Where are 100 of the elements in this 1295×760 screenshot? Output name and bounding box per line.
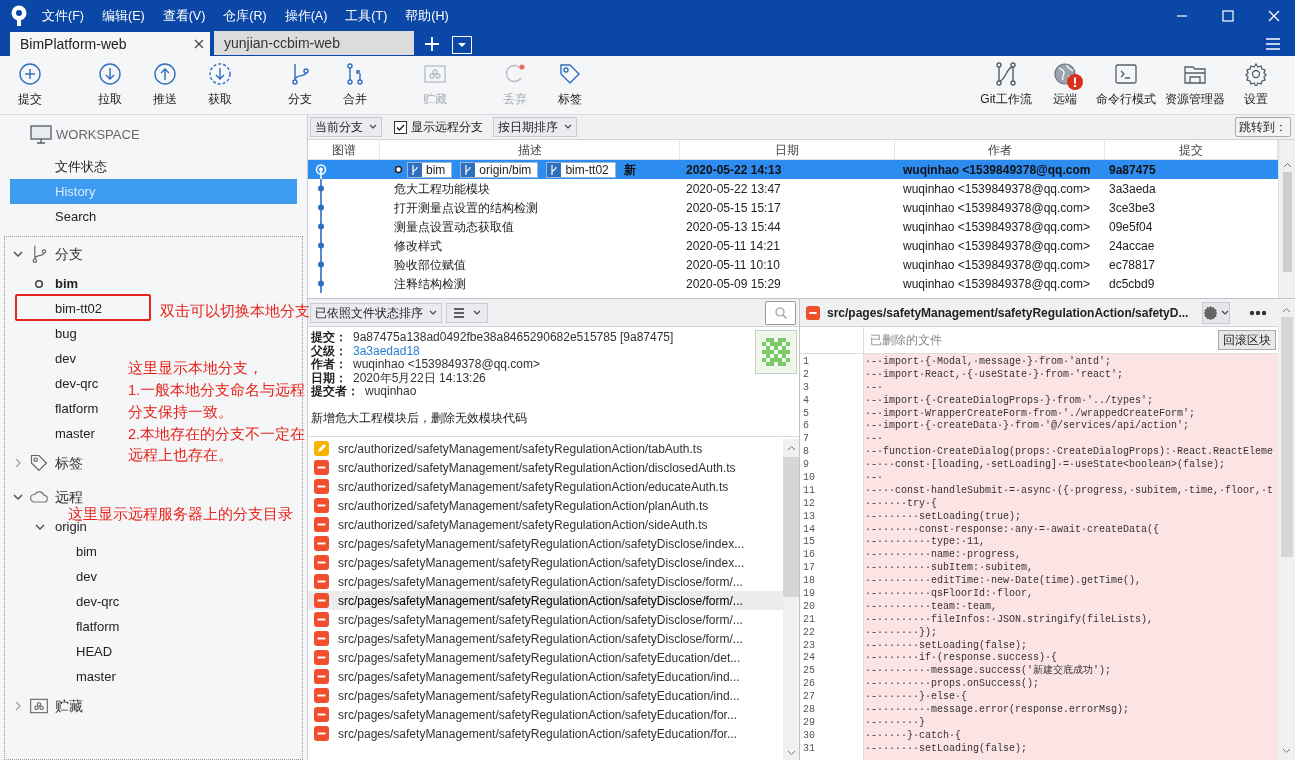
file-row[interactable]: src/pages/safetyManagement/safetyRegulationAction/safetyEducation/ind... [308,667,783,686]
toolbar-button[interactable]: 合并 [330,62,380,108]
file-row[interactable]: src/pages/safetyManagement/safetyRegulationAction/safetyDisclose/form/... [308,591,783,610]
commit-row[interactable]: 注释结构检测 2020-05-09 15:29 wuqinhao <1539849378@qq.com> dc5cbd9 [308,274,1278,293]
file-row[interactable]: src/pages/safetyManagement/safetyRegulationAction/safetyEducation/for... [308,724,783,743]
scroll-down-icon[interactable] [786,750,796,756]
settings-dropdown[interactable] [1202,301,1231,324]
branch-name[interactable]: dev [55,348,76,369]
branch-label[interactable]: origin/bim [460,161,539,178]
commit-description: 新增危大工程模块后，删除无效模块代码 [311,411,528,425]
scroll-up-icon[interactable] [786,445,796,451]
file-row[interactable]: src/pages/safetyManagement/safetyRegulationAction/safetyDisclose/form/... [308,572,783,591]
toolbar-button[interactable]: 命令行模式 [1093,62,1159,108]
remote-branch[interactable]: flatform [76,616,120,637]
file-row[interactable]: src/authorized/safetyManagement/safetyRegulationAction/sideAuth.ts [308,515,783,534]
commit-row[interactable]: bim origin/bim bim-tt02 新 2020-05-22 14:13 wuqinhao <1539849378@qq.com 9a87475 [308,160,1278,179]
branch-label[interactable]: bim-tt02 [546,161,616,178]
menu-item[interactable]: 查看(V) [162,6,206,26]
branch-icon [547,162,562,177]
revert-hunk-button[interactable]: 回滚区块 [1218,330,1276,350]
file-row[interactable]: src/pages/safetyManagement/safetyRegulationAction/safetyDisclose/index... [308,553,783,572]
toolbar-button[interactable]: 资源管理器 [1162,62,1228,108]
menu-item[interactable]: 工具(T) [345,6,388,26]
file-row[interactable]: src/pages/safetyManagement/safetyRegulationAction/safetyDisclose/form/... [308,629,783,648]
branch-name[interactable]: dev-qrc [55,373,99,394]
file-row[interactable]: src/pages/safetyManagement/safetyRegulationAction/safetyEducation/for... [308,705,783,724]
group-title[interactable]: 标签 [55,452,83,474]
branch-label[interactable]: bim [407,161,453,178]
file-row[interactable]: src/pages/safetyManagement/safetyRegulationAction/safetyEducation/ind... [308,686,783,705]
column-header[interactable]: 日期 [680,140,895,159]
show-remote-checkbox[interactable]: 显示远程分支 [394,118,483,136]
sidebar-item[interactable]: 文件状态 [10,154,297,179]
column-header[interactable]: 作者 [895,140,1105,159]
search-button[interactable] [765,300,796,325]
toolbar-button[interactable]: 获取 [195,62,245,108]
toolbar-button[interactable]: 分支 [275,62,325,108]
group-title[interactable]: 分支 [55,243,83,265]
parent-commit-link[interactable]: 3a3aedad18 [353,344,420,358]
close-icon[interactable] [194,39,204,49]
column-header[interactable]: 描述 [380,140,680,159]
sidebar-item[interactable]: Search [10,204,297,229]
scrollbar[interactable] [1278,140,1295,298]
menu-item[interactable]: 文件(F) [42,6,84,26]
toolbar-button[interactable]: 设置 [1231,62,1281,108]
file-row[interactable]: src/authorized/safetyManagement/safetyRegulationAction/tabAuth.ts [308,439,783,458]
remote-branch[interactable]: bim [76,541,97,562]
scroll-up-icon[interactable] [1282,162,1292,168]
remote-branch[interactable]: HEAD [76,641,113,662]
chevron-down-icon[interactable] [35,521,45,532]
repo-tab[interactable]: BimPlatform-web [10,32,210,56]
file-row[interactable]: src/authorized/safetyManagement/safetyRegulationAction/planAuth.ts [308,496,783,515]
branch-name[interactable]: bug [55,323,77,344]
dropdown-icon[interactable] [452,36,472,54]
view-mode-dropdown[interactable] [446,302,488,323]
file-sort-dropdown[interactable]: 已依照文件状态排序 [310,302,442,323]
branch-name[interactable]: bim [55,273,79,294]
menu-icon[interactable] [1265,37,1281,51]
toolbar-button[interactable]: 标签 [545,62,595,108]
column-header[interactable]: 图谱 [308,140,380,159]
commit-row[interactable]: 测量点设置动态获取值 2020-05-13 15:44 wuqinhao <1539849378@qq.com> 09e5f04 [308,217,1278,236]
branch-name[interactable]: flatform [55,398,99,419]
chevron-down-icon[interactable] [13,249,23,259]
jump-to-button[interactable]: 跳转到： [1235,117,1291,137]
commit-row[interactable]: 打开测量点设置的结构检测 2020-05-15 15:17 wuqinhao <1539849378@qq.com> 3ce3be3 [308,198,1278,217]
scroll-down-icon[interactable] [1282,748,1291,754]
file-row[interactable]: src/pages/safetyManagement/safetyRegulationAction/safetyDisclose/index... [308,534,783,553]
add-tab-icon[interactable] [424,36,440,52]
toolbar-button[interactable]: Git工作流 [975,62,1037,108]
repo-tab[interactable]: yunjian-ccbim-web [214,31,414,55]
commit-row[interactable]: 修改样式 2020-05-11 14:21 wuqinhao <1539849378@qq.com> 24accae [308,236,1278,255]
scrollbar[interactable] [783,439,799,760]
file-row[interactable]: src/authorized/safetyManagement/safetyRegulationAction/educateAuth.ts [308,477,783,496]
remote-branch[interactable]: dev-qrc [76,591,120,612]
commit-row[interactable]: 验收部位赋值 2020-05-11 10:10 wuqinhao <1539849378@qq.com> ec78817 [308,255,1278,274]
toolbar-button[interactable]: 远端 [1040,62,1090,108]
toolbar-button[interactable]: 拉取 [85,62,135,108]
chevron-down-icon[interactable] [13,492,23,502]
menu-item[interactable]: 操作(A) [284,6,328,26]
scrollbar[interactable] [1278,299,1295,760]
more-icon[interactable] [1249,309,1268,316]
remote-branch[interactable]: master [76,666,116,687]
remote-branch[interactable]: dev [76,566,97,587]
line-number: 6 [803,420,810,434]
toolbar-button[interactable]: 推送 [140,62,190,108]
maximize-icon[interactable] [1222,10,1234,22]
menu-item[interactable]: 仓库(R) [223,6,267,26]
toolbar-button[interactable]: 提交 [5,62,55,108]
file-row[interactable]: src/pages/safetyManagement/safetyRegulationAction/safetyEducation/det... [308,648,783,667]
commit-row[interactable]: 危大工程功能模块 2020-05-22 13:47 wuqinhao <1539849378@qq.com> 3a3aeda [308,179,1278,198]
menu-item[interactable]: 帮助(H) [405,6,449,26]
file-row[interactable]: src/authorized/safetyManagement/safetyRegulationAction/disclosedAuth.ts [308,458,783,477]
menu-item[interactable]: 编辑(E) [101,6,145,26]
branch-name[interactable]: master [55,423,95,444]
code-line: ·-·······}·else·{ [865,691,969,704]
scroll-up-icon[interactable] [1282,307,1291,313]
branch-filter-dropdown[interactable]: 当前分支 [310,117,382,137]
branch-name[interactable]: bim-tt02 [55,298,102,319]
group-title[interactable]: 贮藏 [55,695,83,717]
sort-dropdown[interactable]: 按日期排序 [493,117,577,137]
file-row[interactable]: src/pages/safetyManagement/safetyRegulationAction/safetyDisclose/form/... [308,610,783,629]
